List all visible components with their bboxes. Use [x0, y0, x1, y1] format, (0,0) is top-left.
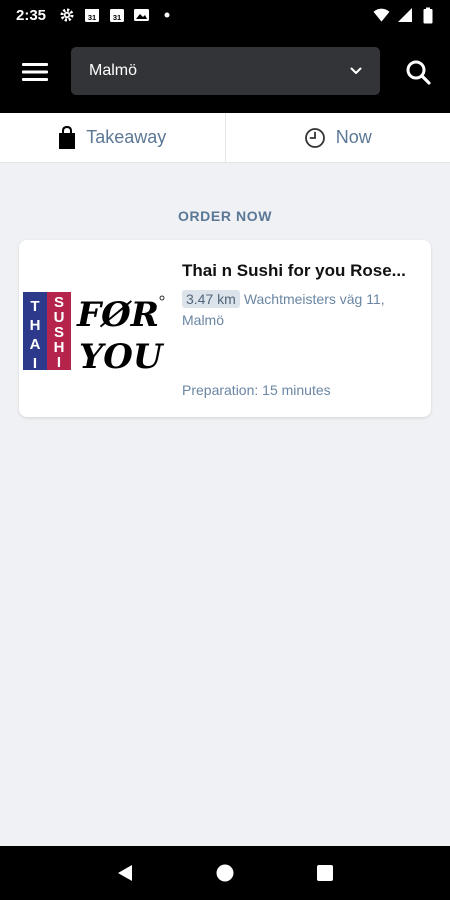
system-icons	[373, 7, 436, 24]
gallery-icon	[133, 7, 150, 24]
time-option[interactable]: Now	[224, 113, 450, 162]
recents-square-icon	[317, 865, 333, 881]
system-nav-bar	[0, 846, 450, 900]
section-title: ORDER NOW	[177, 208, 273, 224]
svg-text:H: H	[30, 317, 41, 334]
status-bar: 2:35 31 31	[0, 0, 450, 30]
distance-badge: 3.47 km	[182, 290, 240, 308]
restaurant-card[interactable]: THAI SUSHI FØR YOU Thai n Sushi for you …	[19, 240, 431, 417]
shopping-bag-icon	[59, 125, 76, 149]
svg-text:FØR: FØR	[76, 295, 159, 335]
calendar-day-1: 31	[87, 13, 95, 22]
app-header: Malmö	[0, 30, 450, 113]
restaurant-meta: 3.47 km Wachtmeisters väg 11, Malmö	[182, 289, 418, 331]
svg-text:I: I	[33, 355, 37, 372]
svg-text:YOU: YOU	[79, 337, 165, 372]
home-circle-icon	[216, 864, 234, 882]
calendar-icon-2: 31	[108, 7, 125, 24]
preparation-time: Preparation: 15 minutes	[182, 382, 331, 398]
status-time: 2:35	[16, 6, 47, 24]
search-button[interactable]	[404, 58, 432, 86]
svg-text:I: I	[57, 354, 61, 371]
svg-text:T: T	[30, 298, 39, 315]
location-select[interactable]: Malmö	[71, 47, 380, 95]
recents-button[interactable]	[310, 858, 340, 888]
chevron-down-icon	[350, 67, 362, 75]
wifi-icon	[373, 7, 390, 24]
settings-icon	[58, 7, 75, 24]
restaurant-logo: THAI SUSHI FØR YOU	[23, 292, 165, 377]
location-value: Malmö	[89, 62, 138, 79]
signal-icon	[396, 7, 413, 24]
hamburger-menu-icon	[22, 62, 48, 81]
calendar-day-2: 31	[112, 13, 120, 22]
menu-button[interactable]	[0, 30, 70, 113]
takeaway-label: Takeaway	[86, 127, 167, 147]
order-mode-bar: Takeaway Now	[0, 113, 450, 163]
calendar-icon: 31	[83, 7, 100, 24]
back-triangle-icon	[118, 865, 132, 881]
home-button[interactable]	[210, 858, 240, 888]
search-icon	[406, 60, 431, 85]
clock-icon	[304, 127, 325, 148]
battery-icon	[419, 7, 436, 24]
notification-icons: 31 31	[58, 7, 175, 24]
more-notifications-dot-icon	[158, 7, 175, 24]
svg-text:A: A	[30, 336, 41, 353]
time-label: Now	[335, 127, 372, 147]
takeaway-option[interactable]: Takeaway	[0, 113, 225, 162]
back-button[interactable]	[110, 858, 140, 888]
restaurant-name: Thai n Sushi for you Rose...	[182, 261, 406, 280]
